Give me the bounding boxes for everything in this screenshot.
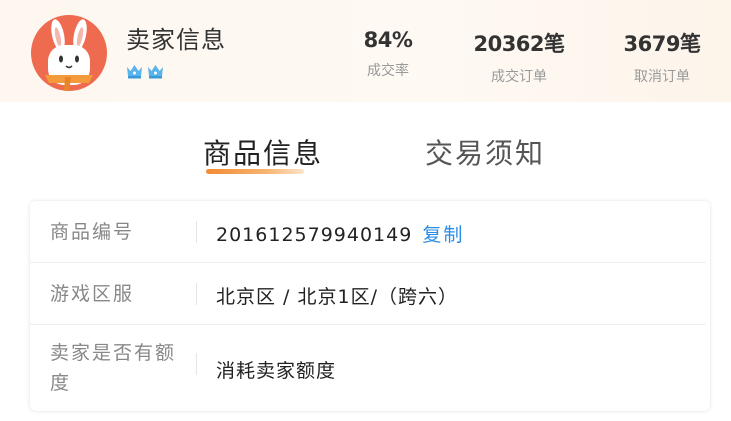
info-row-value: 北京区 / 北京1区/（跨六） <box>216 286 458 308</box>
row-divider <box>196 221 197 243</box>
seller-header: 卖家信息 84% 成交率 20362笔 成交订单 3679笔 取消订单 <box>0 0 731 102</box>
info-row-label-line: 度 <box>50 372 72 394</box>
stat-success-rate-value: 84% <box>363 28 413 52</box>
info-row-label: 游戏区服 <box>50 283 135 305</box>
crown-icon <box>148 65 163 79</box>
goods-info-card: 商品编号 201612579940149 复制 游戏区服 北京区 / 北京1区/（… <box>30 201 710 411</box>
rabbit-avatar-icon <box>45 19 93 91</box>
seller-level-crowns <box>125 63 165 79</box>
stat-completed-orders-value: 20362笔 <box>473 32 565 56</box>
active-tab-indicator <box>206 169 304 174</box>
row-divider <box>196 353 197 375</box>
item-id-value: 201612579940149 <box>216 224 413 246</box>
info-row-value: 消耗卖家额度 <box>216 360 337 382</box>
stat-cancelled-orders: 3679笔 取消订单 <box>607 28 717 86</box>
tab-trade-notice[interactable]: 交易须知 <box>425 132 545 172</box>
info-row-server: 游戏区服 北京区 / 北京1区/（跨六） <box>30 263 710 325</box>
info-row-label: 卖家是否有额 度 <box>50 338 176 398</box>
row-divider <box>196 283 197 305</box>
stat-completed-orders: 20362笔 成交订单 <box>464 28 574 86</box>
tab-goods-info[interactable]: 商品信息 <box>203 132 323 172</box>
stat-success-rate: 84% 成交率 <box>333 28 443 80</box>
copy-button[interactable]: 复制 <box>422 224 464 246</box>
stat-cancelled-orders-label: 取消订单 <box>634 69 690 85</box>
info-row-label-line: 卖家是否有额 <box>50 342 177 364</box>
stat-cancelled-orders-value: 3679笔 <box>623 32 701 56</box>
info-row-item-id: 商品编号 201612579940149 复制 <box>30 201 710 263</box>
stat-completed-orders-label: 成交订单 <box>491 69 547 85</box>
info-row-label: 商品编号 <box>50 221 135 243</box>
info-row-value: 201612579940149 复制 <box>216 220 464 247</box>
crown-icon <box>127 65 142 79</box>
stat-success-rate-label: 成交率 <box>367 63 409 79</box>
seller-avatar[interactable] <box>31 15 107 91</box>
seller-title: 卖家信息 <box>126 26 226 54</box>
info-row-seller-quota: 卖家是否有额 度 消耗卖家额度 <box>30 325 710 411</box>
